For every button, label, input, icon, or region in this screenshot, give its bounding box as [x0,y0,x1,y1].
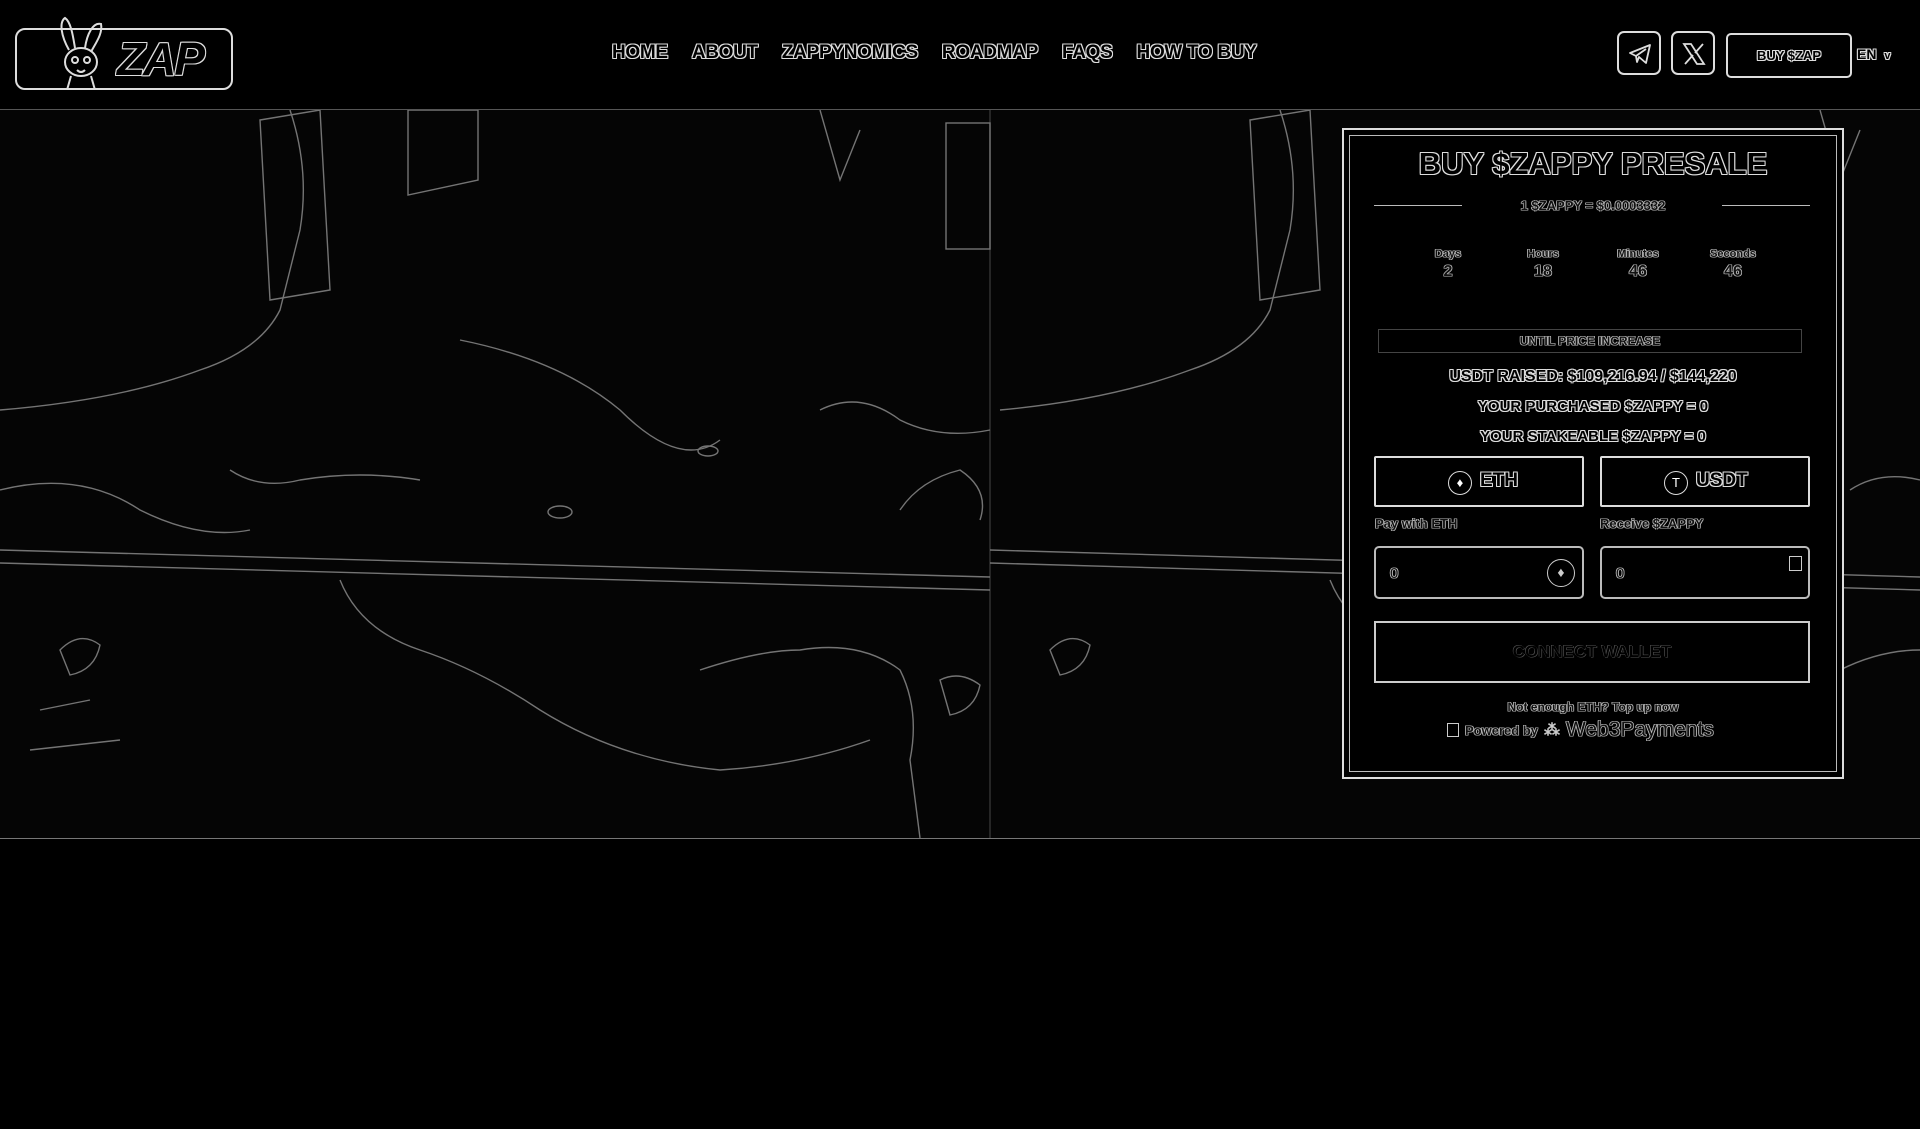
telegram-icon [1629,44,1651,64]
nav-zappynomics[interactable]: ZAPPYNOMICS [782,42,918,64]
countdown-value: 46 [1629,263,1647,280]
zap-logo[interactable]: ZAP [15,16,233,90]
nav-home[interactable]: HOME [612,42,668,64]
countdown-label: Days [1434,248,1462,260]
nav-faqs[interactable]: FAQS [1062,42,1113,64]
countdown-days: Days 2 [1408,248,1488,281]
telegram-button[interactable] [1617,31,1661,75]
buy-zap-button[interactable]: BUY $ZAP [1726,33,1852,78]
x-icon [1682,43,1706,65]
tab-eth[interactable]: ♦ ETH [1374,456,1584,507]
purchased-balance: YOUR PURCHASED $ZAPPY = 0 [1477,398,1709,415]
bunny-mascot-icon [60,16,103,90]
usdt-raised: USDT RAISED: $109,216.94 / $144,220 [1449,368,1737,385]
language-label: EN [1857,46,1877,62]
logo-wordmark: ZAP [117,33,205,85]
countdown-value: 18 [1534,263,1552,280]
pay-amount-value: 0 [1390,565,1399,582]
nav-about[interactable]: ABOUT [692,42,758,64]
tab-label: ETH [1480,470,1518,491]
pay-amount-input[interactable]: 0 ♦ [1374,546,1584,599]
image-icon [1447,723,1459,737]
presale-title: BUY $ZAPPY PRESALE [1418,146,1768,181]
price-increase-banner: UNTIL PRICE INCREASE [1378,329,1802,353]
web3payments-logo-icon: ⁂ [1543,722,1560,739]
token-rate: 1 $ZAPPY = $0.0003332 [1520,198,1666,213]
countdown-value: 46 [1724,263,1742,280]
x-button[interactable] [1671,31,1715,75]
countdown-label: Hours [1527,248,1559,260]
tab-usdt[interactable]: T USDT [1600,456,1810,507]
connect-wallet-button[interactable]: CONNECT WALLET [1374,621,1810,683]
main-nav: HOME ABOUT ZAPPYNOMICS ROADMAP FAQS HOW … [612,42,1281,64]
countdown-hours: Hours 18 [1503,248,1583,281]
stakeable-balance: YOUR STAKEABLE $ZAPPY = 0 [1480,428,1706,445]
countdown-label: Minutes [1617,248,1659,260]
chevron-down-icon: v [1884,50,1891,62]
eth-icon: ♦ [1547,559,1575,587]
token-image-icon [1789,556,1802,571]
countdown-label: Seconds [1710,248,1756,260]
receive-amount-input[interactable]: 0 [1600,546,1810,599]
countdown-seconds: Seconds 46 [1693,248,1773,281]
top-up-link[interactable]: Not enough ETH? Top up now [1342,700,1844,714]
powered-by-brand[interactable]: Web3Payments [1566,718,1714,742]
powered-by-label: Powered by [1465,722,1538,738]
site-header: ZAP HOME ABOUT ZAPPYNOMICS ROADMAP FAQS … [0,0,1920,109]
nav-roadmap[interactable]: ROADMAP [942,42,1038,64]
receive-label: Receive $ZAPPY [1600,516,1704,531]
tether-icon: T [1664,471,1688,495]
receive-amount-value: 0 [1616,565,1625,582]
language-selector[interactable]: EN v [1857,46,1890,62]
tab-label: USDT [1696,470,1748,491]
nav-how-to-buy[interactable]: HOW TO BUY [1137,42,1257,64]
countdown-minutes: Minutes 46 [1598,248,1678,281]
pay-label: Pay with ETH [1375,516,1458,531]
powered-by: Powered by ⁂ Web3Payments [1447,718,1714,742]
eth-icon: ♦ [1448,471,1472,495]
countdown-value: 2 [1443,263,1453,280]
